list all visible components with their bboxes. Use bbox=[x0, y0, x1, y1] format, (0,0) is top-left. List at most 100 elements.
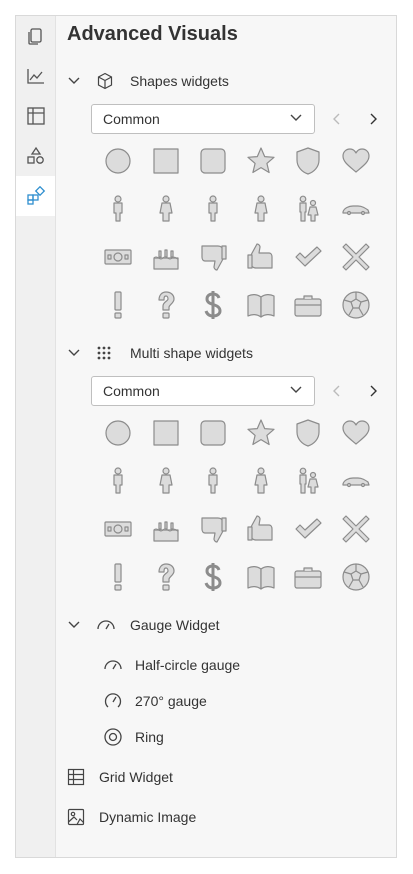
shape-tile[interactable] bbox=[246, 562, 276, 592]
shape-tile[interactable] bbox=[151, 514, 181, 544]
gauge-270-icon bbox=[104, 693, 122, 708]
exclamation-icon bbox=[114, 291, 122, 319]
briefcase-icon bbox=[294, 295, 322, 317]
briefcase-icon bbox=[294, 567, 322, 589]
soccer-ball-icon bbox=[341, 291, 370, 319]
shape-tile[interactable] bbox=[198, 418, 228, 448]
woman-icon bbox=[158, 467, 173, 494]
square-icon bbox=[152, 420, 179, 446]
shape-tile[interactable] bbox=[341, 514, 371, 544]
gauge-icon bbox=[97, 620, 115, 630]
shape-tile[interactable] bbox=[151, 242, 181, 272]
car-icon bbox=[341, 477, 370, 488]
shape-tile[interactable] bbox=[198, 514, 228, 544]
shape-tile[interactable] bbox=[293, 290, 323, 320]
shape-tile[interactable] bbox=[246, 146, 276, 176]
shape-tile[interactable] bbox=[293, 514, 323, 544]
shapes-category-select[interactable]: Common bbox=[91, 104, 315, 134]
rail-widgets-button[interactable] bbox=[16, 176, 55, 216]
shape-tile[interactable] bbox=[103, 466, 133, 496]
shape-tile[interactable] bbox=[103, 562, 133, 592]
chevron-down-icon bbox=[68, 621, 80, 628]
shape-tile[interactable] bbox=[198, 146, 228, 176]
cross-icon bbox=[341, 515, 370, 543]
shape-tile[interactable] bbox=[341, 194, 371, 224]
car-icon bbox=[341, 205, 370, 216]
book-icon bbox=[246, 294, 275, 318]
shape-tile[interactable] bbox=[246, 514, 276, 544]
shape-tile[interactable] bbox=[246, 194, 276, 224]
shape-tile[interactable] bbox=[103, 146, 133, 176]
grid-icon bbox=[67, 768, 85, 786]
grid-widget-label: Grid Widget bbox=[99, 769, 173, 785]
shape-tile[interactable] bbox=[103, 514, 133, 544]
shape-tile[interactable] bbox=[151, 418, 181, 448]
rail-table-button[interactable] bbox=[16, 96, 55, 136]
rail-charts-button[interactable] bbox=[16, 56, 55, 96]
man-alt-icon bbox=[208, 467, 218, 494]
shape-tile[interactable] bbox=[103, 418, 133, 448]
shape-tile[interactable] bbox=[151, 466, 181, 496]
shape-tile[interactable] bbox=[151, 290, 181, 320]
shape-tile[interactable] bbox=[151, 562, 181, 592]
shape-tile[interactable] bbox=[103, 242, 133, 272]
shape-tile[interactable] bbox=[341, 466, 371, 496]
gauge-270-item[interactable]: 270° gauge bbox=[103, 689, 207, 713]
dollar-icon bbox=[204, 291, 222, 319]
shape-tile[interactable] bbox=[246, 242, 276, 272]
cake-icon bbox=[152, 521, 179, 542]
shape-tile[interactable] bbox=[246, 418, 276, 448]
shapes-prev-button[interactable] bbox=[330, 109, 344, 129]
dynamic-image-label: Dynamic Image bbox=[99, 809, 197, 825]
grid-widget-item[interactable]: Grid Widget bbox=[67, 765, 173, 789]
chevron-left-icon bbox=[333, 385, 340, 397]
gauge-widget-header[interactable]: Gauge Widget bbox=[56, 613, 220, 637]
chevron-down-icon bbox=[68, 349, 80, 356]
shape-tile[interactable] bbox=[341, 146, 371, 176]
shapes-next-button[interactable] bbox=[366, 109, 380, 129]
shape-tile[interactable] bbox=[341, 562, 371, 592]
multi-category-select[interactable]: Common bbox=[91, 376, 315, 406]
shape-tile[interactable] bbox=[151, 146, 181, 176]
shape-tile[interactable] bbox=[198, 242, 228, 272]
shape-tile[interactable] bbox=[293, 418, 323, 448]
shape-tile[interactable] bbox=[293, 466, 323, 496]
shape-tile[interactable] bbox=[103, 290, 133, 320]
chevron-right-icon bbox=[370, 113, 377, 125]
multi-prev-button[interactable] bbox=[330, 381, 344, 401]
chevron-down-icon bbox=[290, 114, 302, 121]
shape-tile[interactable] bbox=[103, 194, 133, 224]
thumbs-down-icon bbox=[201, 245, 227, 271]
chevron-right-icon bbox=[370, 385, 377, 397]
shape-tile[interactable] bbox=[293, 562, 323, 592]
multi-shape-widgets-header[interactable]: Multi shape widgets bbox=[56, 341, 253, 365]
shapes-widgets-header[interactable]: Shapes widgets bbox=[56, 69, 229, 93]
multi-next-button[interactable] bbox=[366, 381, 380, 401]
shape-tile[interactable] bbox=[198, 194, 228, 224]
gauge-270-label: 270° gauge bbox=[135, 693, 207, 709]
shape-tile[interactable] bbox=[151, 194, 181, 224]
shape-tile[interactable] bbox=[293, 194, 323, 224]
multi-shape-widgets-label: Multi shape widgets bbox=[130, 345, 253, 361]
shape-tile[interactable] bbox=[341, 242, 371, 272]
rail-shapes-button[interactable] bbox=[16, 136, 55, 176]
gauge-widget-label: Gauge Widget bbox=[130, 617, 220, 633]
woman-alt-icon bbox=[253, 195, 268, 222]
shape-tile[interactable] bbox=[198, 562, 228, 592]
shape-tile[interactable] bbox=[293, 242, 323, 272]
shape-tile[interactable] bbox=[198, 466, 228, 496]
shape-tile[interactable] bbox=[341, 418, 371, 448]
rail-pages-button[interactable] bbox=[16, 16, 55, 56]
shape-tile[interactable] bbox=[246, 290, 276, 320]
dynamic-image-item[interactable]: Dynamic Image bbox=[67, 805, 196, 829]
hexagon-shape-icon bbox=[97, 72, 113, 90]
shape-tile[interactable] bbox=[341, 290, 371, 320]
shape-tile[interactable] bbox=[293, 146, 323, 176]
heart-icon bbox=[341, 148, 370, 173]
half-circle-gauge-item[interactable]: Half-circle gauge bbox=[103, 653, 240, 677]
ring-item[interactable]: Ring bbox=[103, 725, 164, 749]
shape-tile[interactable] bbox=[198, 290, 228, 320]
man-icon bbox=[113, 467, 123, 494]
shape-tile[interactable] bbox=[246, 466, 276, 496]
advanced-visuals-panel: Advanced Visuals Shapes widgets Common M… bbox=[56, 16, 396, 857]
